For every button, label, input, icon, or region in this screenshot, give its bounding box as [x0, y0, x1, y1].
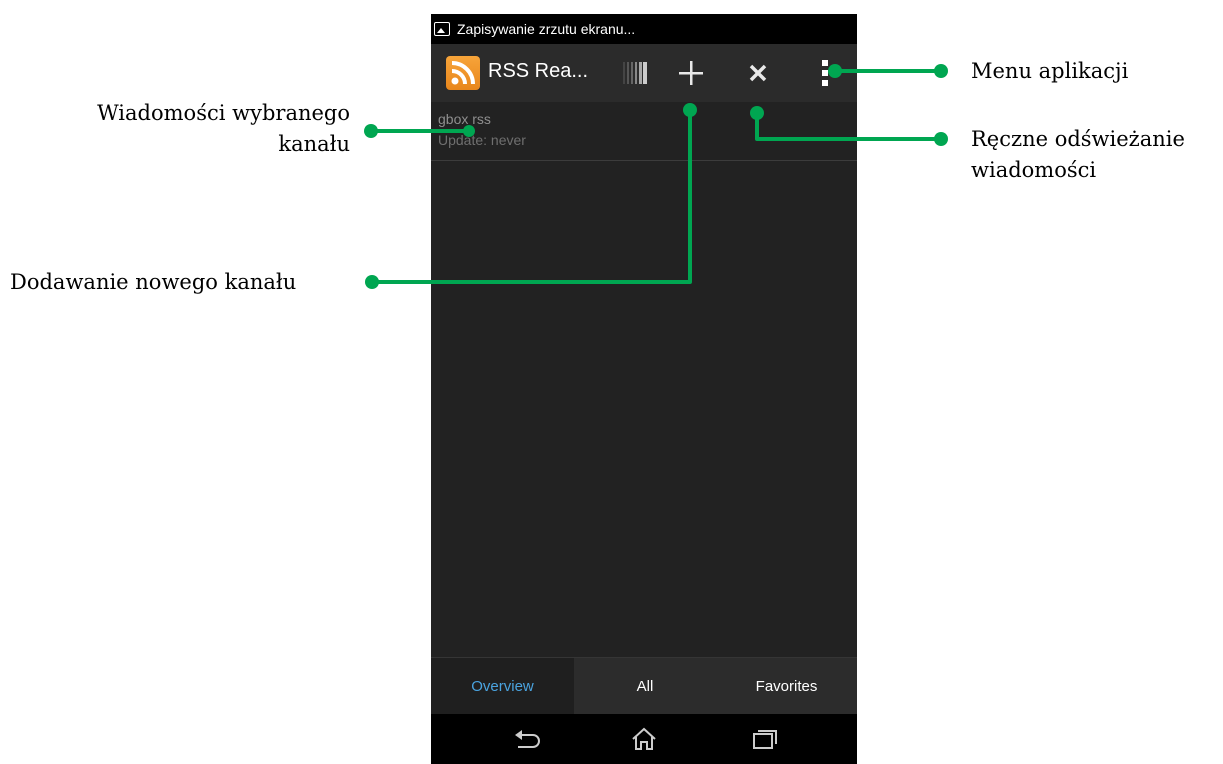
annotation-app-menu: Menu aplikacji: [971, 59, 1129, 83]
annotation-line: wiadomości: [971, 158, 1097, 182]
annotation-line: Wiadomości wybranego: [97, 101, 350, 125]
annotation-selected-channel: Wiadomości wybranego kanału: [48, 98, 350, 160]
annotation-add-channel: Dodawanie nowego kanału: [10, 270, 297, 294]
annotation-line: kanału: [278, 132, 350, 156]
annotation-manual-refresh: Ręczne odświeżanie wiadomości: [971, 124, 1185, 186]
annotation-line: Ręczne odświeżanie: [971, 127, 1185, 151]
